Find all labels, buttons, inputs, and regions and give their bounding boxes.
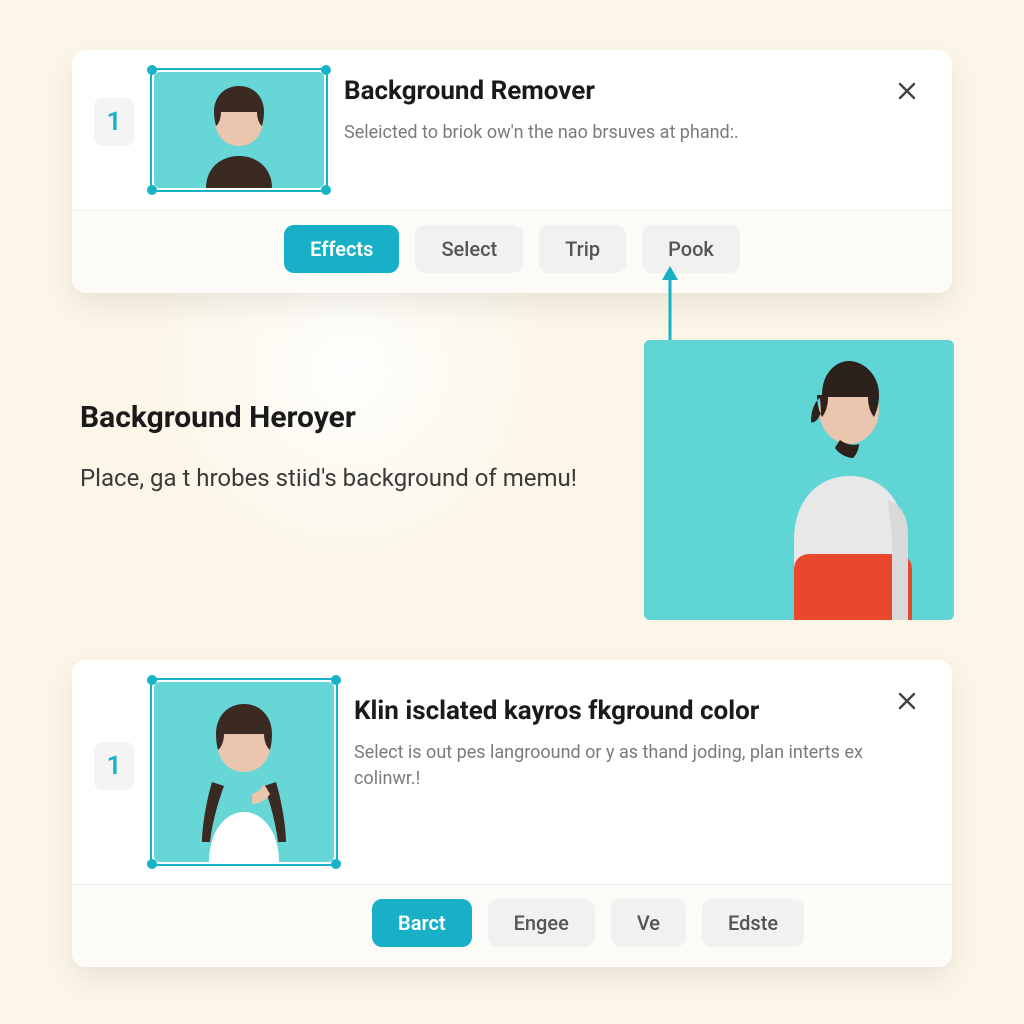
step-number-badge: 1 xyxy=(94,98,134,146)
example-image xyxy=(644,340,954,620)
close-icon xyxy=(898,692,916,710)
tab-bar: Effects Select Trip Pook xyxy=(72,210,952,293)
tab-effects[interactable]: Effects xyxy=(284,225,399,273)
tab-trip[interactable]: Trip xyxy=(539,225,626,273)
card-title: Background Remover xyxy=(344,76,868,106)
tab-ve[interactable]: Ve xyxy=(611,899,686,947)
portrait-thumb-icon xyxy=(154,72,324,188)
card-subtitle: Seleicted to briok ow'n the nao brsuves … xyxy=(344,120,868,146)
card-subtitle: Select is out pes langroound or y as tha… xyxy=(354,740,868,792)
portrait-thumb-icon xyxy=(154,682,334,862)
section-heading: Background Heroyer xyxy=(80,400,356,435)
close-icon xyxy=(898,82,916,100)
standing-person-icon xyxy=(644,340,954,620)
resize-handle-icon[interactable] xyxy=(321,185,331,195)
resize-handle-icon[interactable] xyxy=(331,859,341,869)
section-body: Place, ga t hrobes stiid's background of… xyxy=(80,460,580,497)
card-title: Klin isclated kayros fkground color xyxy=(354,696,868,726)
close-button[interactable] xyxy=(888,682,926,720)
tab-edste[interactable]: Edste xyxy=(702,899,804,947)
tab-pook[interactable]: Pook xyxy=(642,225,740,273)
close-button[interactable] xyxy=(888,72,926,110)
step-number-badge: 1 xyxy=(94,742,134,790)
step-card-1: 1 Background Remover Seleicted to briok … xyxy=(72,50,952,293)
step-card-2: 1 Klin isclated kayros fkground color xyxy=(72,660,952,967)
tab-select[interactable]: Select xyxy=(415,225,523,273)
thumbnail-selection[interactable] xyxy=(154,682,334,862)
thumbnail-selection[interactable] xyxy=(154,72,324,188)
tab-bar: Barct Engee Ve Edste xyxy=(72,884,952,967)
tab-barct[interactable]: Barct xyxy=(372,899,472,947)
tab-engee[interactable]: Engee xyxy=(488,899,595,947)
